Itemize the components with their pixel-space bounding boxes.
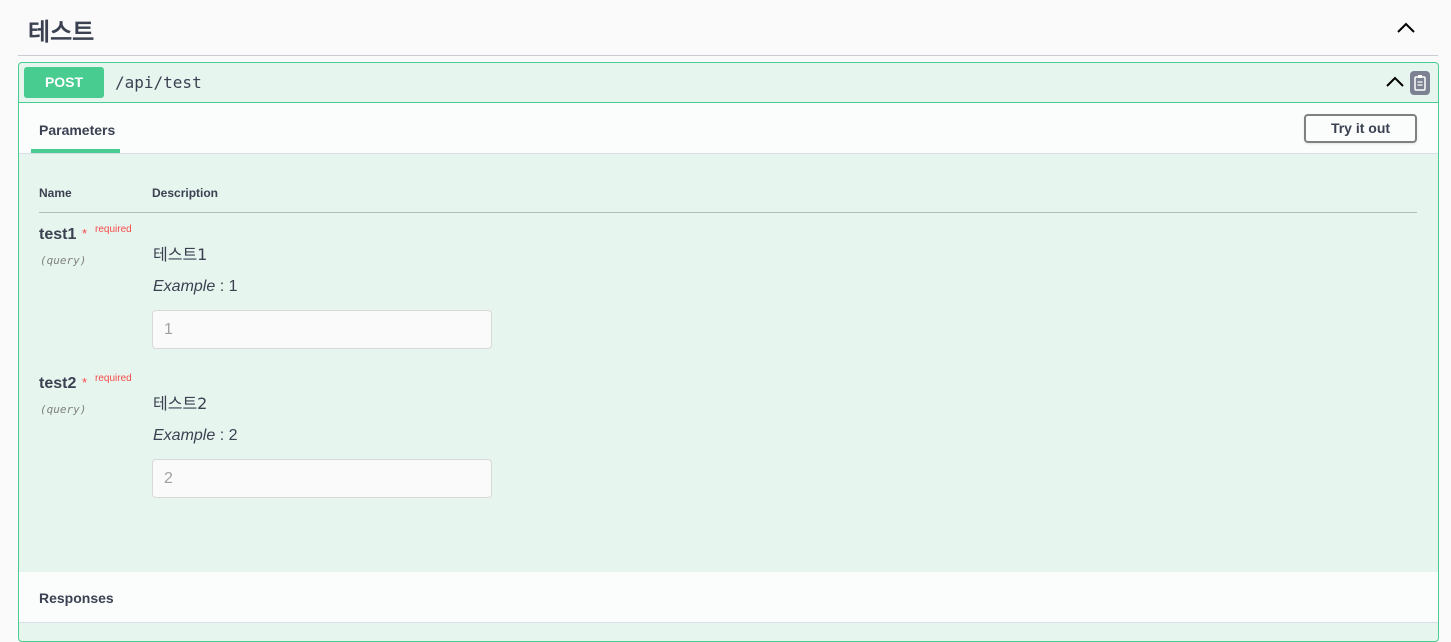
parameter-input-test1[interactable] — [152, 310, 492, 349]
operation-block-post: POST /api/test Parameters Try it out Nam… — [18, 62, 1439, 642]
parameter-input-test2[interactable] — [152, 459, 492, 498]
operation-path: /api/test — [115, 73, 202, 92]
tag-header[interactable]: 테스트 — [18, 0, 1438, 56]
method-badge: POST — [24, 67, 104, 98]
parameter-example: Example : 2 — [153, 427, 237, 445]
required-label: required — [95, 224, 132, 235]
parameter-name: test1 — [39, 226, 77, 243]
tab-parameters-label: Parameters — [39, 122, 116, 138]
responses-section-header: Responses — [19, 572, 1438, 623]
parameter-name: test2 — [39, 375, 77, 392]
example-value: : 2 — [215, 427, 238, 444]
parameter-example: Example : 1 — [153, 278, 237, 296]
parameter-description: 테스트2 — [153, 394, 208, 413]
operation-summary[interactable]: POST /api/test — [19, 63, 1438, 103]
clipboard-icon — [1414, 75, 1426, 91]
required-label: required — [95, 373, 132, 384]
copy-path-button[interactable] — [1410, 71, 1430, 95]
parameter-row: test2 * required (query) 테스트2 Example : … — [19, 373, 1438, 525]
example-label: Example — [153, 427, 216, 444]
required-star: * — [82, 226, 88, 241]
example-label: Example — [153, 278, 216, 295]
try-it-out-button[interactable]: Try it out — [1304, 114, 1417, 143]
chevron-up-icon[interactable] — [1384, 71, 1406, 93]
example-value: : 1 — [215, 278, 238, 295]
tab-parameters[interactable]: Parameters — [31, 103, 120, 153]
parameter-description: 테스트1 — [153, 245, 208, 264]
column-header-name: Name — [39, 186, 72, 200]
tag-title: 테스트 — [28, 18, 95, 46]
chevron-up-icon[interactable] — [1394, 16, 1418, 40]
parameters-section-header: Parameters Try it out — [19, 103, 1438, 154]
header-divider — [39, 212, 1417, 213]
column-header-description: Description — [152, 186, 219, 200]
responses-label: Responses — [39, 590, 114, 606]
parameter-location: (query) — [40, 403, 87, 416]
parameters-table: Name Description test1 * required (query… — [19, 154, 1438, 572]
required-star: * — [82, 375, 88, 390]
parameter-location: (query) — [40, 254, 87, 267]
parameter-row: test1 * required (query) 테스트1 Example : … — [19, 224, 1438, 376]
